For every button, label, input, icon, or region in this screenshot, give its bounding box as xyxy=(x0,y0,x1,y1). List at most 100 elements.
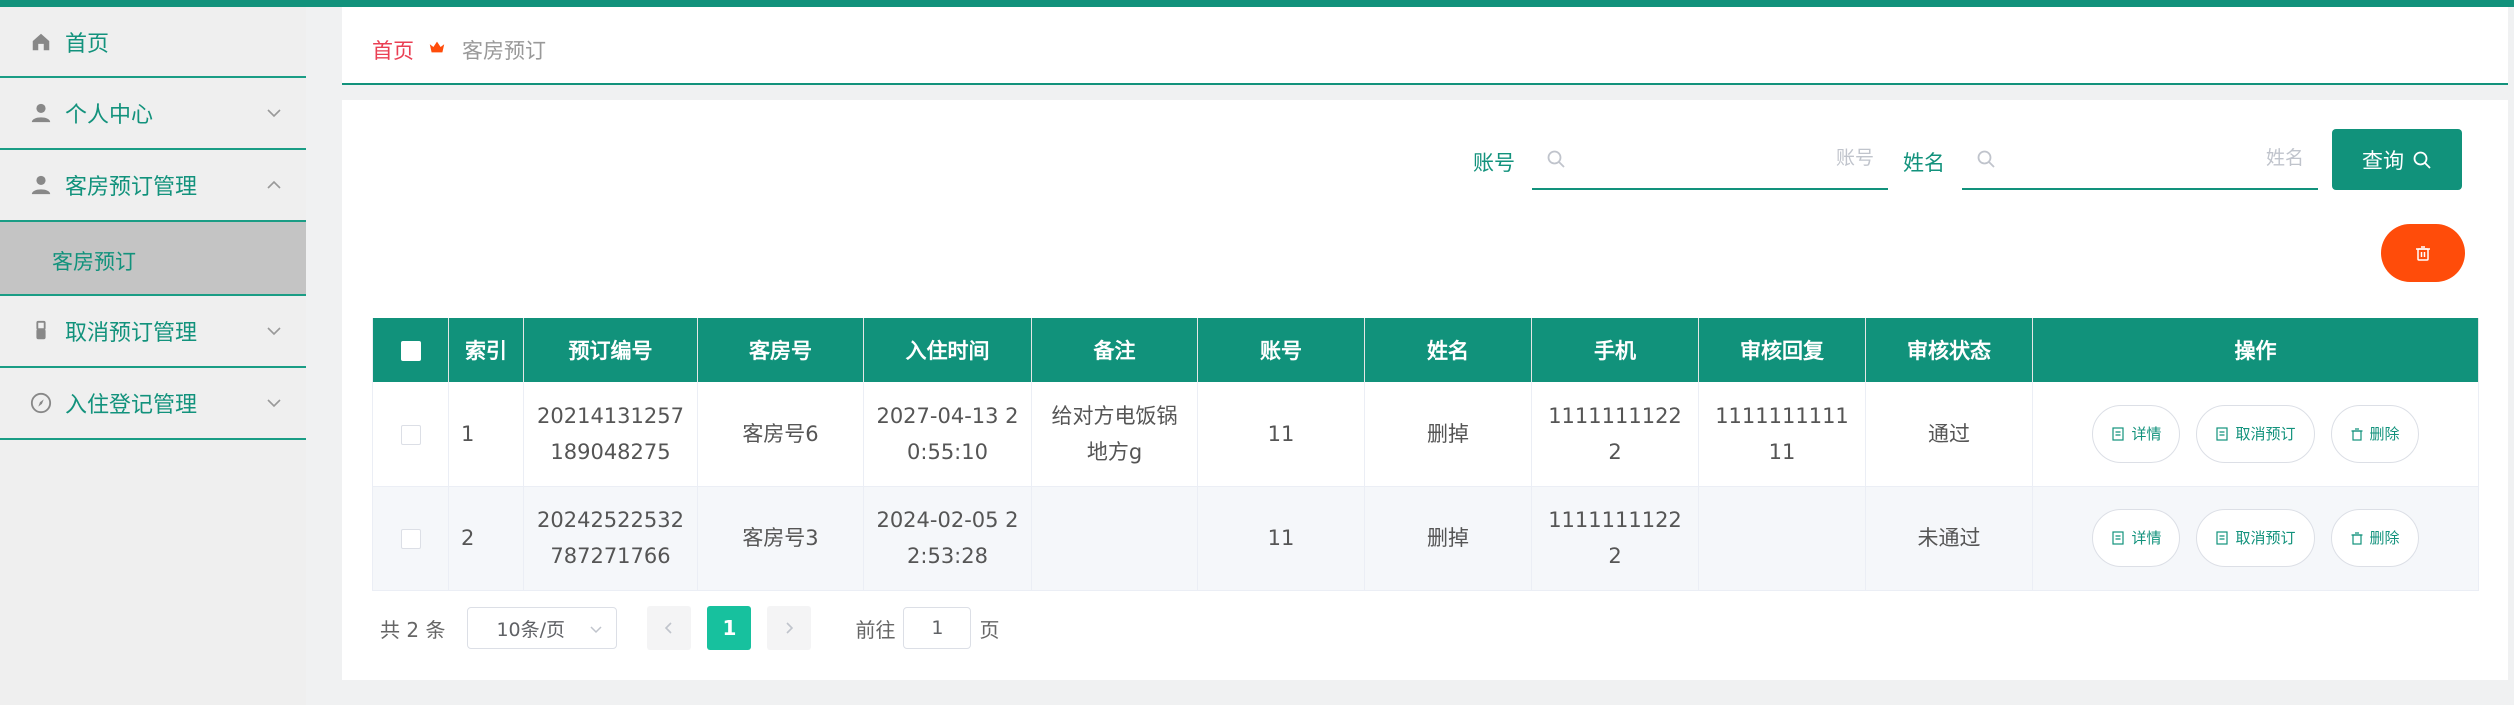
detail-button[interactable]: 详情 xyxy=(2092,404,2181,463)
cell-actions: 详情 取消预订 删除 xyxy=(2032,486,2479,591)
cell-checkin-time: 2024-02-05 22:53:28 xyxy=(863,486,1032,591)
document-icon xyxy=(2112,427,2125,441)
account-search-input[interactable] xyxy=(1582,141,1874,175)
prev-page-button[interactable] xyxy=(647,606,692,650)
breadcrumb-current: 客房预订 xyxy=(462,39,546,63)
cell-phone: 11111111222 xyxy=(1531,486,1699,591)
sidebar: 首页 个人中心 客房预订管理 客房预订 取消预订管理 入住登记管理 xyxy=(0,7,306,705)
query-button[interactable]: 查询 xyxy=(2332,129,2462,190)
cell-room-no: 客房号6 xyxy=(697,382,864,487)
chevron-down-icon xyxy=(267,399,281,408)
user-icon xyxy=(28,100,54,126)
cell-name: 删掉 xyxy=(1364,382,1532,487)
trash-icon xyxy=(2351,428,2362,441)
table-header-row: 索引 预订编号 客房号 入住时间 备注 账号 姓名 手机 审核回复 审核状态 操… xyxy=(372,318,2479,382)
column-header: 操作 xyxy=(2032,318,2479,382)
sidebar-subitem-label: 客房预订 xyxy=(52,250,136,274)
cancel-booking-button-label: 取消预订 xyxy=(2235,424,2296,443)
cell-remark xyxy=(1031,486,1198,591)
sidebar-item-home[interactable]: 首页 xyxy=(0,7,306,78)
page-number-button[interactable]: 1 xyxy=(707,606,752,650)
user-icon xyxy=(28,172,54,198)
main-panel: 账号 姓名 查询 索引 预订编号 客房号 入住时间 备注 账号 姓名 xyxy=(342,100,2508,680)
cell-remark: 给对方电饭锅地方g xyxy=(1031,382,1198,487)
cell-phone: 11111111222 xyxy=(1531,382,1699,487)
cancel-booking-button[interactable]: 取消预订 xyxy=(2196,509,2315,567)
sidebar-item-label: 个人中心 xyxy=(65,103,154,128)
document-icon xyxy=(2216,427,2229,441)
column-header: 备注 xyxy=(1031,318,1198,382)
detail-button[interactable]: 详情 xyxy=(2092,509,2181,567)
cell-status: 通过 xyxy=(1865,382,2033,487)
row-checkbox[interactable] xyxy=(400,424,421,445)
sidebar-item-cancel-booking-management[interactable]: 取消预订管理 xyxy=(0,296,306,368)
goto-suffix: 页 xyxy=(979,617,1000,642)
chevron-down-icon xyxy=(267,327,281,336)
name-search-input[interactable] xyxy=(2012,141,2304,175)
cancel-booking-button[interactable]: 取消预订 xyxy=(2196,404,2315,463)
cell-index: 2 xyxy=(448,486,524,591)
goto-page-input[interactable] xyxy=(903,607,972,649)
select-all-header[interactable] xyxy=(372,318,449,382)
cell-reply: 111111111111 xyxy=(1698,382,1866,487)
breadcrumb: 首页 客房预订 xyxy=(342,7,2508,85)
cell-status: 未通过 xyxy=(1865,486,2033,591)
crown-icon xyxy=(429,41,445,53)
search-icon xyxy=(2413,151,2431,169)
document-icon xyxy=(2216,531,2229,545)
column-header: 手机 xyxy=(1531,318,1699,382)
page-size-select[interactable]: 10条/页 xyxy=(467,607,618,649)
batch-delete-button[interactable] xyxy=(2381,224,2465,282)
name-search-field[interactable] xyxy=(1962,127,2318,190)
row-select-cell[interactable] xyxy=(372,382,449,487)
cell-checkin-time: 2027-04-13 20:55:10 xyxy=(863,382,1032,487)
sidebar-item-checkin-management[interactable]: 入住登记管理 xyxy=(0,368,306,440)
name-search-label: 姓名 xyxy=(1903,151,1945,175)
column-header: 姓名 xyxy=(1364,318,1532,382)
detail-button-label: 详情 xyxy=(2131,529,2162,547)
cell-booking-no: 20242522532787271766 xyxy=(523,486,698,591)
sidebar-item-label: 取消预订管理 xyxy=(65,321,198,346)
compass-icon xyxy=(28,390,54,416)
chevron-down-icon xyxy=(267,109,281,118)
delete-button[interactable]: 删除 xyxy=(2330,509,2419,567)
cancel-booking-button-label: 取消预订 xyxy=(2235,529,2296,547)
sidebar-item-room-booking-management[interactable]: 客房预订管理 xyxy=(0,150,306,222)
home-icon xyxy=(28,29,54,55)
cell-index: 1 xyxy=(448,382,524,487)
chevron-right-icon xyxy=(786,622,794,634)
chevron-left-icon xyxy=(665,622,673,634)
sidebar-item-label: 客房预订管理 xyxy=(65,175,198,200)
account-search-field[interactable] xyxy=(1532,127,1888,190)
delete-button[interactable]: 删除 xyxy=(2330,404,2419,463)
sidebar-subitem-room-booking[interactable]: 客房预订 xyxy=(0,222,306,296)
chevron-down-icon xyxy=(590,626,602,634)
search-icon xyxy=(1547,150,1565,168)
chevron-up-icon xyxy=(267,180,281,189)
cell-actions: 详情 取消预订 删除 xyxy=(2032,382,2479,487)
next-page-button[interactable] xyxy=(767,606,812,650)
cell-reply xyxy=(1698,486,1866,591)
select-all-checkbox[interactable] xyxy=(400,341,421,361)
row-checkbox[interactable] xyxy=(400,529,421,549)
delete-button-label: 删除 xyxy=(2369,529,2400,547)
search-icon xyxy=(1977,150,1995,168)
document-icon xyxy=(2112,531,2125,545)
detail-button-label: 详情 xyxy=(2131,424,2162,443)
cell-room-no: 客房号3 xyxy=(697,486,864,591)
row-select-cell[interactable] xyxy=(372,486,449,591)
column-header: 审核回复 xyxy=(1698,318,1866,382)
cell-account: 11 xyxy=(1197,486,1365,591)
booking-table: 索引 预订编号 客房号 入住时间 备注 账号 姓名 手机 审核回复 审核状态 操… xyxy=(372,318,2479,591)
goto-label: 前往 xyxy=(855,617,896,642)
trash-icon xyxy=(2351,532,2362,545)
table-row: 2 20242522532787271766 客房号3 2024-02-05 2… xyxy=(372,486,2479,591)
column-header: 账号 xyxy=(1197,318,1365,382)
pagination-total: 共 2 条 xyxy=(380,617,446,642)
breadcrumb-home-link[interactable]: 首页 xyxy=(372,35,414,65)
sidebar-item-personal-center[interactable]: 个人中心 xyxy=(0,78,306,150)
column-header: 审核状态 xyxy=(1865,318,2033,382)
column-header: 入住时间 xyxy=(863,318,1032,382)
sidebar-item-label: 入住登记管理 xyxy=(65,393,198,418)
sidebar-item-label: 首页 xyxy=(65,31,110,57)
